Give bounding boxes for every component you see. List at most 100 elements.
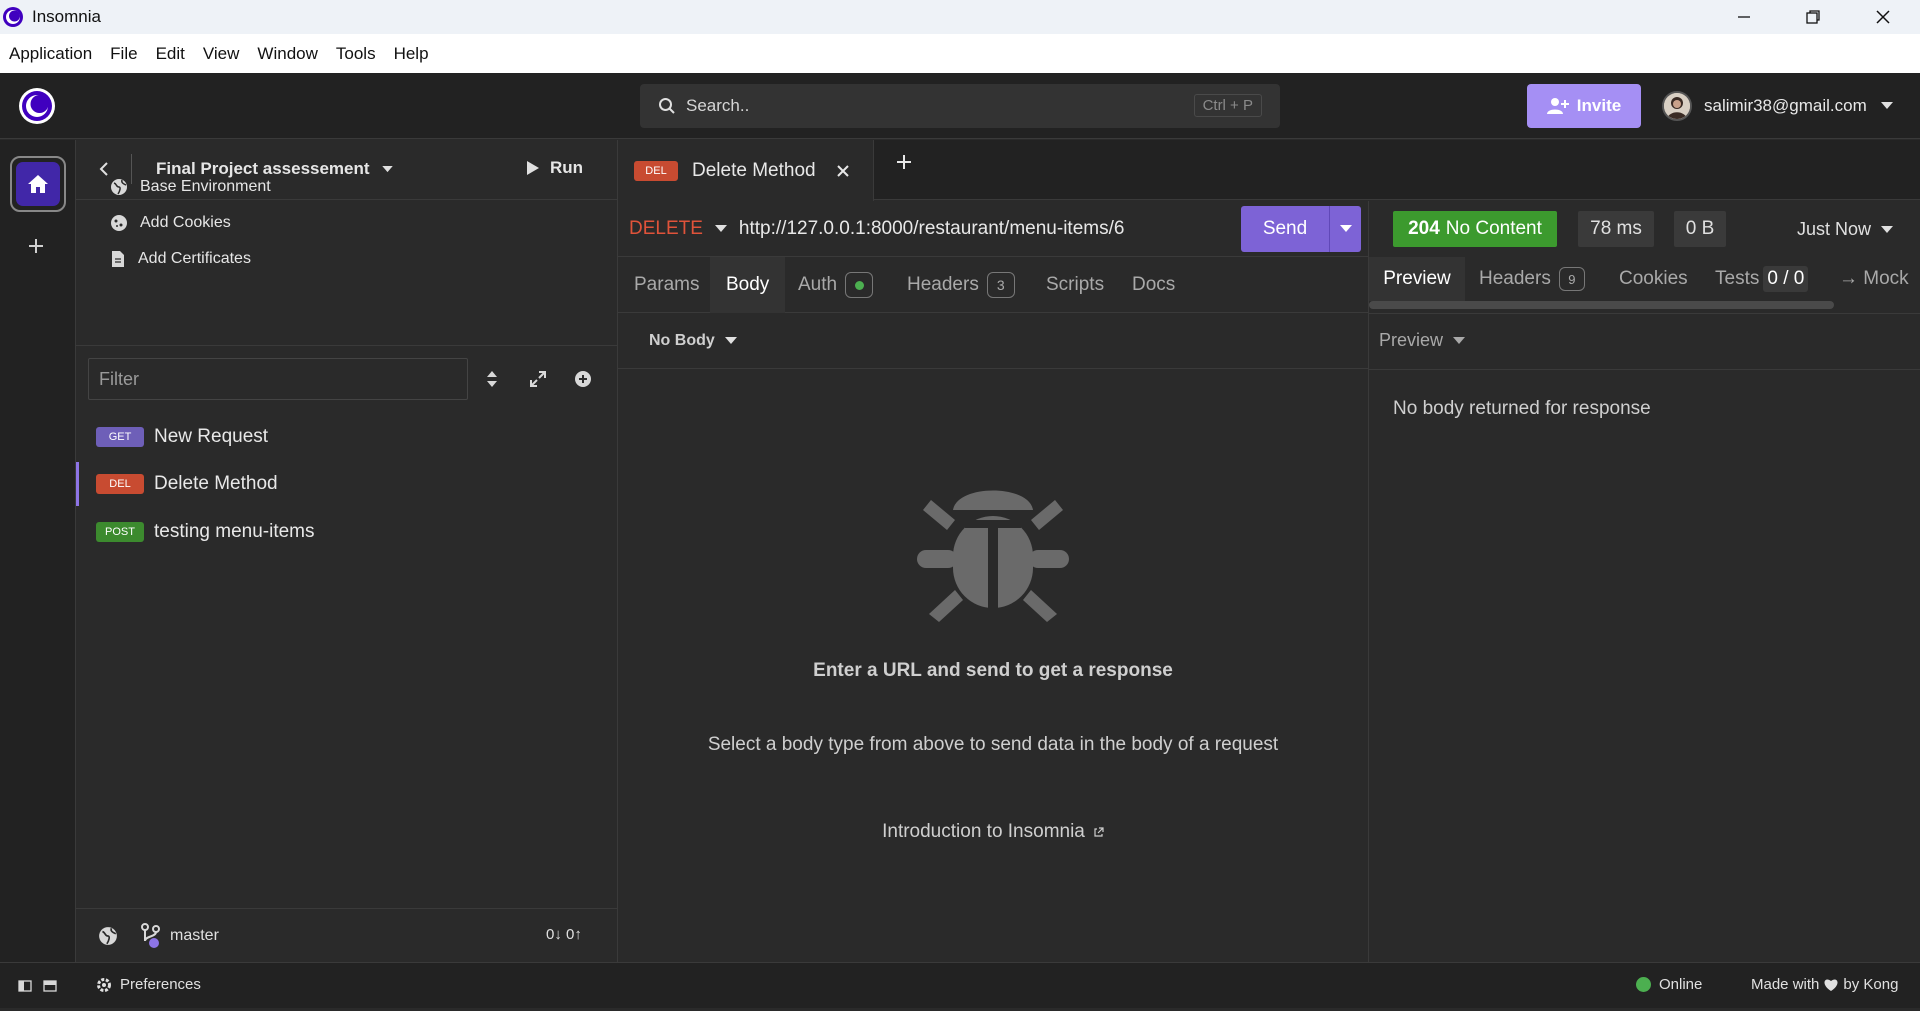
- auth-enabled-dot: [854, 280, 864, 290]
- filter-input[interactable]: Filter: [88, 358, 468, 400]
- body-type-selector[interactable]: No Body: [618, 313, 1368, 369]
- restore-button[interactable]: [1778, 0, 1848, 34]
- response-history-selector[interactable]: Just Now: [1797, 219, 1894, 240]
- method-selector[interactable]: DELETE: [629, 218, 703, 240]
- tab-auth[interactable]: Auth: [798, 257, 874, 313]
- close-window-button[interactable]: [1848, 0, 1918, 34]
- tabs-scrollbar[interactable]: [1369, 301, 1834, 309]
- tab-tests[interactable]: Tests 0 / 0: [1715, 257, 1809, 301]
- minimize-button[interactable]: [1709, 0, 1779, 34]
- tab-title: Delete Method: [692, 159, 816, 181]
- certificate-icon: [110, 250, 126, 268]
- response-headers-count-badge: 9: [1558, 267, 1585, 291]
- sidebar: Final Project assessement Run Base Envir…: [76, 140, 618, 962]
- response-time: 78 ms: [1578, 211, 1654, 247]
- menu-help[interactable]: Help: [394, 44, 429, 64]
- url-input[interactable]: http://127.0.0.1:8000/restaurant/menu-it…: [739, 218, 1125, 240]
- add-certificates-item[interactable]: Add Certificates: [110, 250, 251, 268]
- online-dot: [1636, 977, 1651, 992]
- response-body-message: No body returned for response: [1393, 398, 1651, 419]
- auth-status-pill: [845, 272, 874, 298]
- menu-tools[interactable]: Tools: [336, 44, 376, 64]
- search-shortcut: Ctrl + P: [1193, 94, 1262, 117]
- send-label: Send: [1262, 218, 1308, 239]
- menu-application[interactable]: Application: [9, 44, 92, 64]
- sync-counts[interactable]: 0↓ 0↑: [546, 926, 582, 943]
- request-item-new-request[interactable]: GET New Request: [76, 415, 618, 459]
- search-box[interactable]: Search.. Ctrl + P: [640, 84, 1280, 128]
- request-item-testing-menu-items[interactable]: POST testing menu-items: [76, 510, 618, 554]
- run-button[interactable]: Run: [526, 158, 583, 178]
- send-divider: [1329, 206, 1330, 252]
- menu-edit[interactable]: Edit: [156, 44, 185, 64]
- method-badge: GET: [96, 427, 144, 447]
- method-badge: DEL: [96, 474, 144, 494]
- method-badge: POST: [96, 522, 144, 542]
- headers-count-badge: 3: [986, 272, 1015, 298]
- heart-icon: [1823, 978, 1839, 992]
- tests-count-badge: 0 / 0: [1763, 266, 1809, 292]
- back-button[interactable]: [98, 161, 110, 177]
- avatar: [1662, 91, 1692, 121]
- globe-icon[interactable]: [98, 926, 118, 946]
- empty-state-title: Enter a URL and send to get a response: [813, 660, 1173, 681]
- home-icon: [27, 174, 49, 194]
- preview-mode-selector[interactable]: Preview: [1379, 330, 1466, 351]
- base-environment-item[interactable]: Base Environment: [110, 178, 271, 196]
- menu-window[interactable]: Window: [257, 44, 317, 64]
- request-name: Delete Method: [154, 473, 278, 494]
- chevron-down-icon: [1881, 225, 1894, 234]
- tab-docs[interactable]: Docs: [1132, 257, 1175, 313]
- insomnia-logo-icon[interactable]: [18, 87, 56, 125]
- tab-scripts[interactable]: Scripts: [1046, 257, 1104, 313]
- sort-icon[interactable]: [485, 369, 499, 389]
- tab-mock[interactable]: → Mock: [1839, 257, 1909, 301]
- branch-selector[interactable]: master: [140, 923, 219, 949]
- toggle-panel-icon[interactable]: [43, 980, 57, 992]
- insomnia-logo-icon: [2, 6, 24, 28]
- preferences-button[interactable]: Preferences: [96, 976, 201, 993]
- response-pane: 204 No Content 78 ms 0 B Just Now Previe…: [1368, 201, 1920, 962]
- add-request-icon[interactable]: [574, 370, 592, 388]
- method-badge: DEL: [634, 160, 678, 181]
- response-divider: [1369, 313, 1920, 314]
- menu-bar: Application File Edit View Window Tools …: [0, 34, 1920, 73]
- add-project-button[interactable]: [26, 236, 46, 256]
- left-rail: [0, 140, 76, 962]
- close-tab-icon[interactable]: [836, 164, 850, 178]
- send-button[interactable]: Send: [1241, 206, 1361, 252]
- tab-params[interactable]: Params: [634, 257, 699, 313]
- tab-response-headers[interactable]: Headers 9: [1479, 257, 1585, 301]
- tab-delete-method[interactable]: DEL Delete Method: [618, 140, 874, 201]
- tab-cookies[interactable]: Cookies: [1619, 257, 1688, 301]
- chevron-down-icon: [1453, 336, 1466, 345]
- chevron-down-icon[interactable]: [714, 224, 727, 233]
- intro-link[interactable]: Introduction to Insomnia: [618, 821, 1368, 843]
- tab-body[interactable]: Body: [710, 257, 786, 313]
- invite-button[interactable]: Invite: [1527, 84, 1641, 128]
- add-user-icon: [1546, 97, 1569, 115]
- response-size: 0 B: [1674, 211, 1726, 247]
- window-titlebar: Insomnia: [0, 0, 1920, 34]
- expand-icon[interactable]: [529, 370, 547, 388]
- gear-icon: [96, 977, 112, 993]
- tab-preview[interactable]: Preview: [1369, 257, 1465, 301]
- menu-file[interactable]: File: [110, 44, 137, 64]
- status-footer: Preferences Online Made with by Kong: [0, 962, 1920, 1008]
- request-item-delete-method[interactable]: DEL Delete Method: [76, 462, 618, 506]
- toggle-sidebar-icon[interactable]: [18, 980, 32, 992]
- chevron-down-icon: [1880, 102, 1893, 110]
- bug-icon: [915, 466, 1071, 624]
- made-with-credit: Made with by Kong: [1751, 976, 1899, 993]
- add-cookies-item[interactable]: Add Cookies: [110, 214, 231, 232]
- chevron-down-icon[interactable]: [1340, 225, 1352, 233]
- menu-view[interactable]: View: [203, 44, 240, 64]
- home-button[interactable]: [10, 156, 66, 212]
- chevron-down-icon: [724, 336, 737, 345]
- account-email: salimir38@gmail.com: [1704, 96, 1867, 115]
- tab-headers[interactable]: Headers 3: [907, 257, 1015, 313]
- workspace-name[interactable]: Final Project assessement: [156, 159, 394, 179]
- new-tab-button[interactable]: [894, 152, 914, 172]
- account-menu[interactable]: salimir38@gmail.com: [1662, 88, 1893, 124]
- invite-label: Invite: [1576, 96, 1622, 115]
